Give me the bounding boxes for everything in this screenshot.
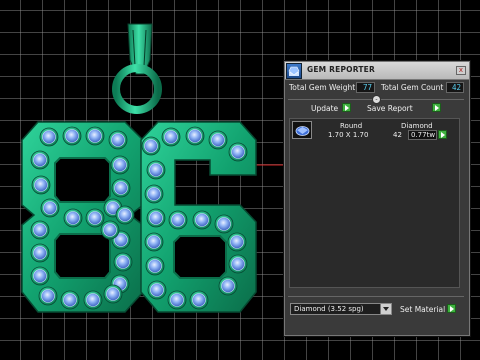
update-button[interactable]: Update [311, 104, 338, 113]
gem-stone [150, 283, 164, 297]
panel-titlebar[interactable]: GEM REPORTER x [285, 62, 469, 80]
update-go-icon[interactable] [342, 103, 351, 112]
total-gem-count-value: 42 [446, 82, 464, 93]
gem-stone [103, 223, 117, 237]
gem-stone [149, 163, 163, 177]
gem-stone [33, 223, 47, 237]
collapse-toggle-button[interactable]: - [372, 95, 381, 104]
gem-table: Round Diamond 1.70 X 1.70 42 0.77tw [289, 118, 460, 288]
gem-stone [164, 130, 178, 144]
gem-stone [231, 257, 245, 271]
save-report-button[interactable]: Save Report [367, 104, 413, 113]
gem-weight-cell: 0.77tw [408, 130, 437, 140]
chevron-down-icon[interactable] [380, 304, 391, 314]
gem-stone [41, 289, 55, 303]
gem-stone [113, 158, 127, 172]
material-select-value: Diamond (3.52 spg) [294, 305, 364, 313]
gem-stone [217, 217, 231, 231]
material-select[interactable]: Diamond (3.52 spg) [290, 303, 392, 315]
column-header-material: Diamond [401, 122, 433, 130]
gem-stone [88, 129, 102, 143]
gem-stone [118, 208, 132, 222]
gem-stone [111, 133, 125, 147]
total-gem-weight-label: Total Gem Weight [289, 83, 356, 92]
gem-stone [148, 259, 162, 273]
gem-stone [171, 213, 185, 227]
set-material-go-icon[interactable] [447, 304, 456, 313]
gem-stone [106, 287, 120, 301]
gem-size-cell: 1.70 X 1.70 [328, 131, 369, 139]
gem-stone [66, 211, 80, 225]
gem-stone [33, 269, 47, 283]
gem-stone [147, 235, 161, 249]
gem-stone [231, 145, 245, 159]
close-icon[interactable]: x [456, 66, 466, 75]
panel-title: GEM REPORTER [307, 65, 375, 74]
gem-stone [188, 129, 202, 143]
save-report-go-icon[interactable] [432, 103, 441, 112]
section-divider [288, 296, 464, 297]
gem-stone [43, 201, 57, 215]
gem-stone [65, 129, 79, 143]
gem-stone [86, 293, 100, 307]
gem-stone [170, 293, 184, 307]
gem-stone [33, 246, 47, 260]
gem-stone [33, 153, 47, 167]
gem-stone [42, 130, 56, 144]
gem-stone [34, 178, 48, 192]
gem-stone [114, 181, 128, 195]
total-gem-weight-value: 77 [356, 82, 375, 93]
total-gem-count-label: Total Gem Count [381, 83, 444, 92]
gem-stone [221, 279, 235, 293]
gem-stone [149, 211, 163, 225]
set-material-button[interactable]: Set Material [400, 305, 445, 314]
gem-stone [147, 187, 161, 201]
gem-reporter-icon [286, 63, 302, 79]
row-go-icon[interactable] [438, 130, 447, 139]
gem-stone [116, 255, 130, 269]
gem-stone [88, 211, 102, 225]
gem-stone [230, 235, 244, 249]
gem-stone [195, 213, 209, 227]
gem-stone [192, 293, 206, 307]
gem-stone [63, 293, 77, 307]
gem-stone [144, 139, 158, 153]
gem-count-cell: 42 [393, 131, 402, 139]
round-gem-icon [292, 121, 312, 139]
column-header-shape: Round [340, 122, 363, 130]
gem-stone [211, 133, 225, 147]
